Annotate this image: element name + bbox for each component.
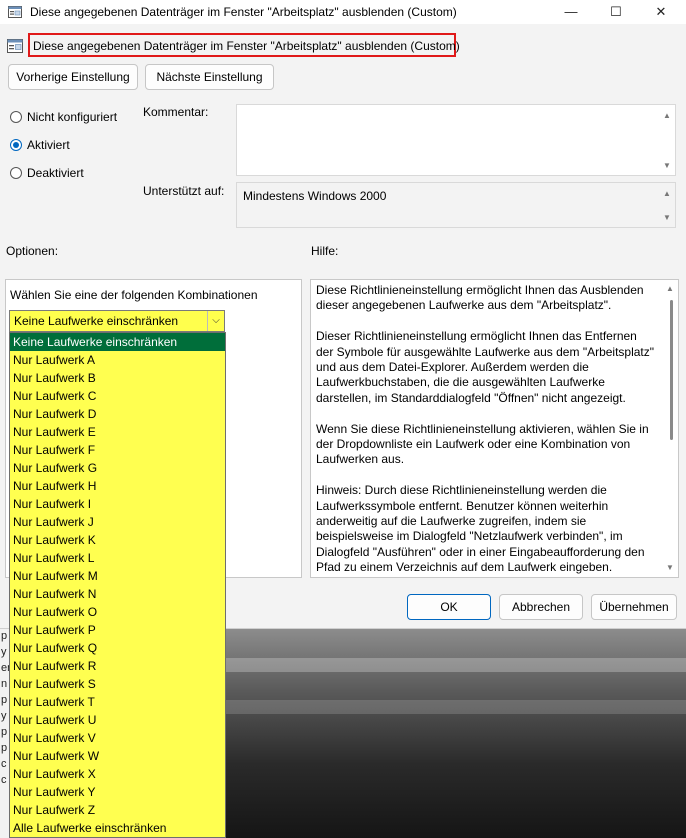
- dropdown-option[interactable]: Nur Laufwerk A: [10, 351, 225, 369]
- help-paragraph: Hinweis: Durch diese Richtlinieneinstell…: [316, 483, 645, 575]
- supported-value: Mindestens Windows 2000: [243, 189, 387, 203]
- scroll-down-icon[interactable]: ▼: [662, 213, 672, 223]
- dropdown-option[interactable]: Nur Laufwerk D: [10, 405, 225, 423]
- dropdown-option[interactable]: Nur Laufwerk B: [10, 369, 225, 387]
- scroll-up-icon[interactable]: ▲: [662, 111, 672, 121]
- dropdown-option[interactable]: Nur Laufwerk Z: [10, 801, 225, 819]
- cancel-button[interactable]: Abbrechen: [499, 594, 583, 620]
- title-bar: Diese angegebenen Datenträger im Fenster…: [0, 0, 686, 24]
- apply-button[interactable]: Übernehmen: [591, 594, 677, 620]
- dropdown-option[interactable]: Nur Laufwerk U: [10, 711, 225, 729]
- drive-dropdown-list[interactable]: Keine Laufwerke einschränken Nur Laufwerk…: [9, 332, 226, 838]
- dropdown-option[interactable]: Nur Laufwerk F: [10, 441, 225, 459]
- options-prompt: Wählen Sie eine der folgenden Kombinatio…: [10, 288, 258, 302]
- dropdown-option[interactable]: Nur Laufwerk H: [10, 477, 225, 495]
- ok-button[interactable]: OK: [407, 594, 491, 620]
- scroll-up-icon[interactable]: ▲: [665, 284, 675, 294]
- dropdown-option[interactable]: Nur Laufwerk S: [10, 675, 225, 693]
- help-paragraph: Dieser Richtlinieneinstellung ermöglicht…: [316, 329, 655, 405]
- next-setting-button[interactable]: Nächste Einstellung: [145, 64, 274, 90]
- dropdown-option[interactable]: Nur Laufwerk O: [10, 603, 225, 621]
- dropdown-option[interactable]: Nur Laufwerk W: [10, 747, 225, 765]
- radio-label: Aktiviert: [27, 138, 70, 152]
- radio-disabled[interactable]: Deaktiviert: [10, 166, 140, 182]
- dropdown-option[interactable]: Nur Laufwerk Q: [10, 639, 225, 657]
- comment-label: Kommentar:: [143, 105, 209, 119]
- policy-icon: [8, 6, 22, 18]
- help-label: Hilfe:: [311, 244, 339, 258]
- radio-not-configured[interactable]: Nicht konfiguriert: [10, 110, 140, 126]
- dropdown-option[interactable]: Nur Laufwerk M: [10, 567, 225, 585]
- select-value: Keine Laufwerke einschränken: [14, 314, 179, 328]
- dropdown-option[interactable]: Nur Laufwerk R: [10, 657, 225, 675]
- policy-icon: [7, 39, 23, 53]
- dropdown-option[interactable]: Nur Laufwerk E: [10, 423, 225, 441]
- dropdown-option[interactable]: Nur Laufwerk K: [10, 531, 225, 549]
- scrollbar-thumb[interactable]: [670, 300, 673, 440]
- help-text: Diese Richtlinieneinstellung ermöglicht …: [316, 283, 656, 577]
- dropdown-option[interactable]: Nur Laufwerk P: [10, 621, 225, 639]
- radio-circle-selected[interactable]: [10, 139, 22, 151]
- dropdown-option[interactable]: Alle Laufwerke einschränken: [10, 819, 225, 837]
- window-title: Diese angegebenen Datenträger im Fenster…: [30, 5, 457, 19]
- dropdown-option[interactable]: Nur Laufwerk T: [10, 693, 225, 711]
- options-label: Optionen:: [6, 244, 59, 258]
- dropdown-option[interactable]: Keine Laufwerke einschränken: [10, 333, 225, 351]
- close-button[interactable]: ✕: [646, 2, 676, 22]
- dropdown-option[interactable]: Nur Laufwerk V: [10, 729, 225, 747]
- help-paragraph: Diese Richtlinieneinstellung ermöglicht …: [316, 283, 644, 313]
- scroll-down-icon[interactable]: ▼: [665, 563, 675, 573]
- chevron-down-icon[interactable]: ⌵: [207, 311, 224, 331]
- help-panel: Diese Richtlinieneinstellung ermöglicht …: [310, 279, 679, 578]
- scroll-up-icon[interactable]: ▲: [662, 189, 672, 199]
- dropdown-option[interactable]: Nur Laufwerk L: [10, 549, 225, 567]
- dropdown-option[interactable]: Nur Laufwerk J: [10, 513, 225, 531]
- radio-enabled[interactable]: Aktiviert: [10, 138, 140, 154]
- dropdown-option[interactable]: Nur Laufwerk I: [10, 495, 225, 513]
- dropdown-option[interactable]: Nur Laufwerk G: [10, 459, 225, 477]
- previous-setting-button[interactable]: Vorherige Einstellung: [8, 64, 138, 90]
- minimize-button[interactable]: —: [556, 2, 586, 22]
- scroll-down-icon[interactable]: ▼: [662, 161, 672, 171]
- dropdown-option[interactable]: Nur Laufwerk N: [10, 585, 225, 603]
- radio-label: Nicht konfiguriert: [27, 110, 118, 124]
- dropdown-option[interactable]: Nur Laufwerk C: [10, 387, 225, 405]
- supported-field: Mindestens Windows 2000 ▲ ▼: [236, 182, 676, 228]
- radio-circle[interactable]: [10, 111, 22, 123]
- dropdown-option[interactable]: Nur Laufwerk Y: [10, 783, 225, 801]
- radio-circle[interactable]: [10, 167, 22, 179]
- maximize-button[interactable]: ☐: [601, 2, 631, 22]
- drive-combination-select[interactable]: Keine Laufwerke einschränken ⌵: [9, 310, 225, 332]
- dropdown-option[interactable]: Nur Laufwerk X: [10, 765, 225, 783]
- radio-label: Deaktiviert: [27, 166, 84, 180]
- comment-field[interactable]: ▲ ▼: [236, 104, 676, 176]
- policy-title: Diese angegebenen Datenträger im Fenster…: [28, 33, 460, 57]
- help-paragraph: Wenn Sie diese Richtlinieneinstellung ak…: [316, 421, 649, 467]
- supported-label: Unterstützt auf:: [143, 184, 225, 198]
